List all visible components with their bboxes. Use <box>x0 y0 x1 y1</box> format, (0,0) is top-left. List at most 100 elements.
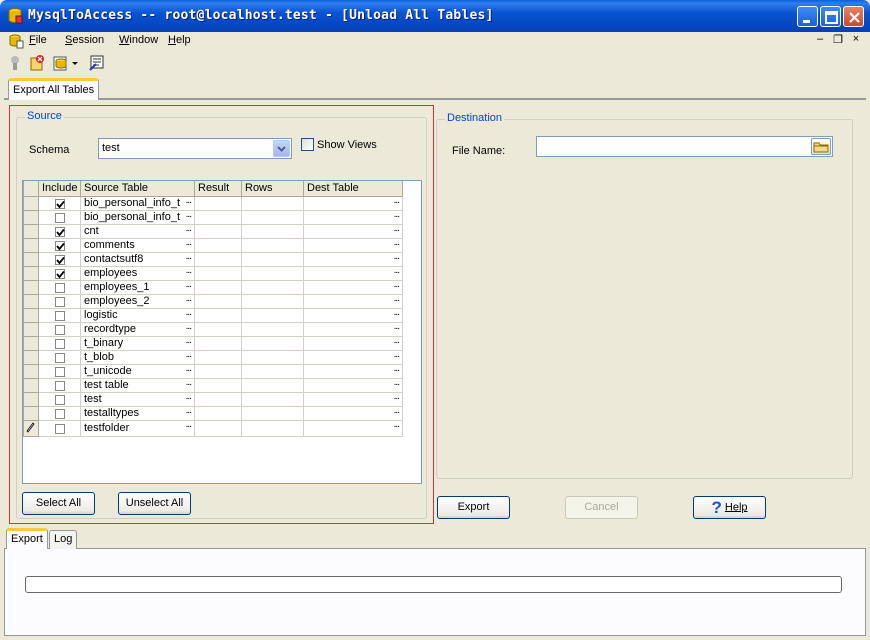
dest-table-cell[interactable]: ... <box>303 377 403 393</box>
tab-log[interactable]: Log <box>49 530 78 549</box>
rows-cell[interactable] <box>241 335 304 351</box>
row-indicator[interactable] <box>23 223 39 239</box>
table-row[interactable]: t_binary...... <box>23 335 403 351</box>
source-table-cell[interactable]: employees_2... <box>80 293 195 309</box>
row-indicator[interactable] <box>23 405 39 421</box>
row-indicator[interactable] <box>23 209 39 225</box>
ellipsis-button[interactable]: ... <box>186 225 192 234</box>
ellipsis-button[interactable]: ... <box>394 407 400 416</box>
ellipsis-button[interactable]: ... <box>186 281 192 290</box>
ellipsis-button[interactable]: ... <box>186 407 192 416</box>
rows-cell[interactable] <box>241 251 304 267</box>
ellipsis-button[interactable]: ... <box>394 239 400 248</box>
source-table-cell[interactable]: logistic... <box>80 307 195 323</box>
include-checkbox[interactable] <box>54 366 65 377</box>
source-table-cell[interactable]: t_blob... <box>80 349 195 365</box>
include-checkbox[interactable] <box>54 352 65 363</box>
include-checkbox[interactable] <box>54 380 65 391</box>
dest-table-cell[interactable]: ... <box>303 363 403 379</box>
rows-cell[interactable] <box>241 391 304 407</box>
ellipsis-button[interactable]: ... <box>394 421 400 430</box>
ellipsis-button[interactable]: ... <box>186 365 192 374</box>
tab-export-all-tables[interactable]: Export All Tables <box>8 78 100 100</box>
column-header-source-table[interactable]: Source Table <box>80 181 195 197</box>
rows-cell[interactable] <box>241 321 304 337</box>
include-checkbox[interactable] <box>54 282 65 293</box>
include-checkbox[interactable] <box>54 296 65 307</box>
rows-cell[interactable] <box>241 349 304 365</box>
rows-cell[interactable] <box>241 237 304 253</box>
row-indicator[interactable] <box>23 391 39 407</box>
dest-table-cell[interactable]: ... <box>303 335 403 351</box>
include-checkbox[interactable] <box>54 423 65 434</box>
source-table-cell[interactable]: t_binary... <box>80 335 195 351</box>
result-cell[interactable] <box>194 293 242 309</box>
row-indicator[interactable] <box>23 195 39 211</box>
dest-table-cell[interactable]: ... <box>303 293 403 309</box>
include-checkbox[interactable] <box>54 394 65 405</box>
ellipsis-button[interactable]: ... <box>186 295 192 304</box>
menu-help[interactable]: Help <box>168 34 191 46</box>
table-row[interactable]: cnt...... <box>23 223 403 239</box>
rows-cell[interactable] <box>241 419 304 437</box>
select-all-button[interactable]: Select All <box>22 492 95 515</box>
table-row[interactable]: test table...... <box>23 377 403 393</box>
show-views-checkbox[interactable] <box>301 138 314 151</box>
ellipsis-button[interactable]: ... <box>186 351 192 360</box>
ellipsis-button[interactable]: ... <box>186 379 192 388</box>
rows-cell[interactable] <box>241 307 304 323</box>
rows-cell[interactable] <box>241 377 304 393</box>
table-row[interactable]: recordtype...... <box>23 321 403 337</box>
include-checkbox[interactable] <box>54 408 65 419</box>
ellipsis-button[interactable]: ... <box>186 197 192 206</box>
ellipsis-button[interactable]: ... <box>186 253 192 262</box>
disconnect-icon[interactable] <box>28 54 46 72</box>
dest-table-cell[interactable]: ... <box>303 321 403 337</box>
ellipsis-button[interactable]: ... <box>394 211 400 220</box>
include-checkbox[interactable] <box>54 198 65 209</box>
source-table-cell[interactable]: cnt... <box>80 223 195 239</box>
table-row[interactable]: testalltypes...... <box>23 405 403 421</box>
result-cell[interactable] <box>194 223 242 239</box>
maximize-button[interactable] <box>820 6 841 27</box>
file-name-field[interactable] <box>536 136 833 157</box>
rows-cell[interactable] <box>241 363 304 379</box>
ellipsis-button[interactable]: ... <box>394 253 400 262</box>
browse-button[interactable] <box>811 138 831 155</box>
connect-icon[interactable] <box>6 54 24 72</box>
dest-table-cell[interactable]: ... <box>303 391 403 407</box>
rows-cell[interactable] <box>241 405 304 421</box>
table-row[interactable]: bio_personal_info_t...... <box>23 209 403 225</box>
unselect-all-button[interactable]: Unselect All <box>118 492 191 515</box>
include-checkbox[interactable] <box>54 212 65 223</box>
table-row[interactable]: t_blob...... <box>23 349 403 365</box>
ellipsis-button[interactable]: ... <box>186 393 192 402</box>
ellipsis-button[interactable]: ... <box>186 337 192 346</box>
result-cell[interactable] <box>194 265 242 281</box>
result-cell[interactable] <box>194 307 242 323</box>
include-checkbox[interactable] <box>54 254 65 265</box>
column-header-dest-table[interactable]: Dest Table <box>303 181 403 197</box>
ellipsis-button[interactable]: ... <box>394 379 400 388</box>
include-checkbox[interactable] <box>54 268 65 279</box>
table-row[interactable]: testfolder...... <box>23 419 403 437</box>
source-table-cell[interactable]: test... <box>80 391 195 407</box>
source-table-cell[interactable]: test table... <box>80 377 195 393</box>
result-cell[interactable] <box>194 377 242 393</box>
menu-session[interactable]: Session <box>65 34 104 46</box>
column-header-rows[interactable]: Rows <box>241 181 304 197</box>
source-table-cell[interactable]: contactsutf8... <box>80 251 195 267</box>
result-cell[interactable] <box>194 349 242 365</box>
source-table-cell[interactable]: employees... <box>80 265 195 281</box>
minimize-button[interactable] <box>797 6 818 27</box>
tables-grid[interactable]: Include Source Table Result Rows Dest Ta… <box>22 180 422 484</box>
ellipsis-button[interactable]: ... <box>186 323 192 332</box>
menu-file[interactable]: File <box>29 34 47 46</box>
result-cell[interactable] <box>194 335 242 351</box>
row-indicator[interactable] <box>23 363 39 379</box>
row-indicator[interactable] <box>23 335 39 351</box>
table-row[interactable]: employees_1...... <box>23 279 403 295</box>
title-bar[interactable]: MysqlToAccess -- root@localhost.test - [… <box>0 0 870 32</box>
dest-table-cell[interactable]: ... <box>303 251 403 267</box>
menu-window[interactable]: Window <box>119 34 158 46</box>
